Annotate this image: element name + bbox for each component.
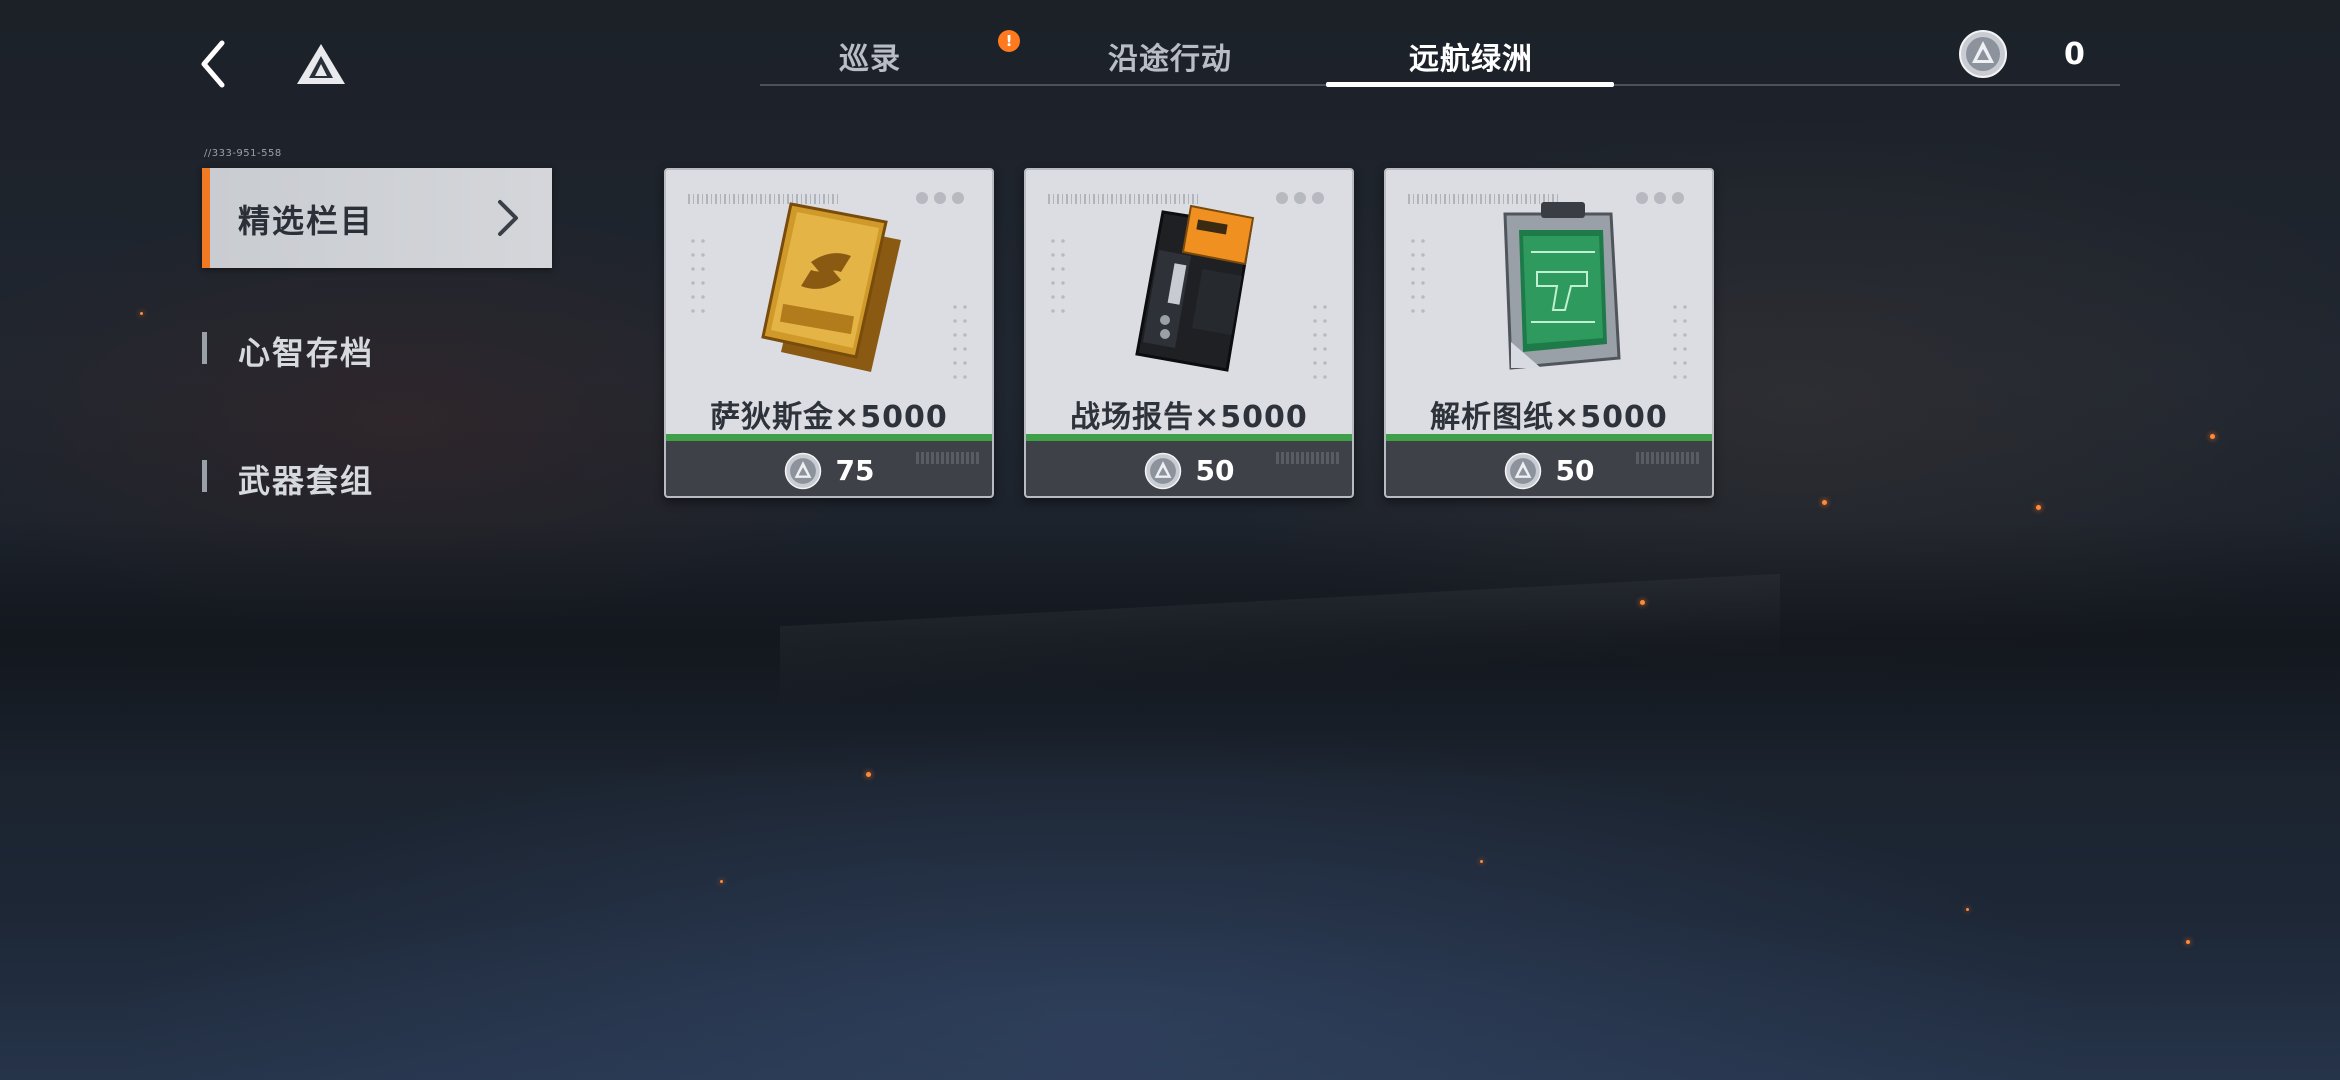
price-strip (666, 434, 992, 441)
price-strip (1026, 434, 1352, 441)
tab-label: 沿途行动 (1108, 42, 1232, 77)
item-price: 75 (835, 454, 875, 487)
sidebar-item-marker (202, 460, 207, 492)
chevron-right-icon (498, 200, 518, 236)
shop-item-card[interactable]: 解析图纸×5000 50 (1384, 168, 1714, 498)
item-name: 萨狄斯金×5000 (710, 400, 948, 435)
silver-coin-icon (784, 452, 821, 489)
sidebar-item-label: 心智存档 (238, 334, 375, 372)
sidebar-item-weapon-kit[interactable]: 武器套组 (202, 446, 552, 506)
silver-coin-icon (1959, 30, 2007, 78)
sidebar-item-marker (202, 332, 207, 364)
blueprint-case-icon (1503, 202, 1621, 370)
triangle-logo-icon (297, 44, 345, 84)
back-arrow-icon (201, 40, 225, 88)
tab-patrol-record[interactable]: 巡录 (800, 34, 940, 80)
sidebar-item-mind-archive[interactable]: 心智存档 (202, 318, 552, 378)
sidebar-item-label: 精选栏目 (238, 202, 375, 240)
shop-item-card[interactable]: 战场报告×5000 50 (1024, 168, 1354, 498)
price-bar: 75 (666, 441, 992, 496)
item-price: 50 (1195, 454, 1235, 487)
currency-display[interactable]: 0 (1958, 28, 2108, 80)
tab-along-the-way[interactable]: 沿途行动 (1090, 34, 1250, 80)
sidebar-item-label: 武器套组 (238, 462, 375, 500)
tab-voyage-oasis[interactable]: 远航绿洲 (1326, 34, 1616, 80)
gold-bar-icon (761, 202, 901, 372)
sidebar-code: //333-951-558 (204, 148, 282, 159)
item-price: 50 (1555, 454, 1595, 487)
home-logo-button[interactable] (292, 38, 350, 90)
price-bar: 50 (1386, 441, 1712, 496)
active-tab-indicator (1326, 82, 1614, 87)
tab-label: 巡录 (839, 42, 901, 77)
currency-amount: 0 (2064, 36, 2085, 72)
item-name: 解析图纸×5000 (1430, 400, 1668, 435)
shop-item-card[interactable]: 萨狄斯金×5000 75 (664, 168, 994, 498)
silver-coin-icon (1504, 452, 1541, 489)
silver-coin-icon (1144, 452, 1181, 489)
alert-badge-icon: ! (998, 30, 1020, 52)
price-bar: 50 (1026, 441, 1352, 496)
price-strip (1386, 434, 1712, 441)
report-device-icon (1135, 204, 1255, 372)
back-button[interactable] (188, 36, 238, 92)
sidebar-item-featured[interactable]: 精选栏目 (202, 168, 552, 268)
item-name: 战场报告×5000 (1070, 400, 1308, 435)
tab-label: 远航绿洲 (1409, 42, 1533, 77)
